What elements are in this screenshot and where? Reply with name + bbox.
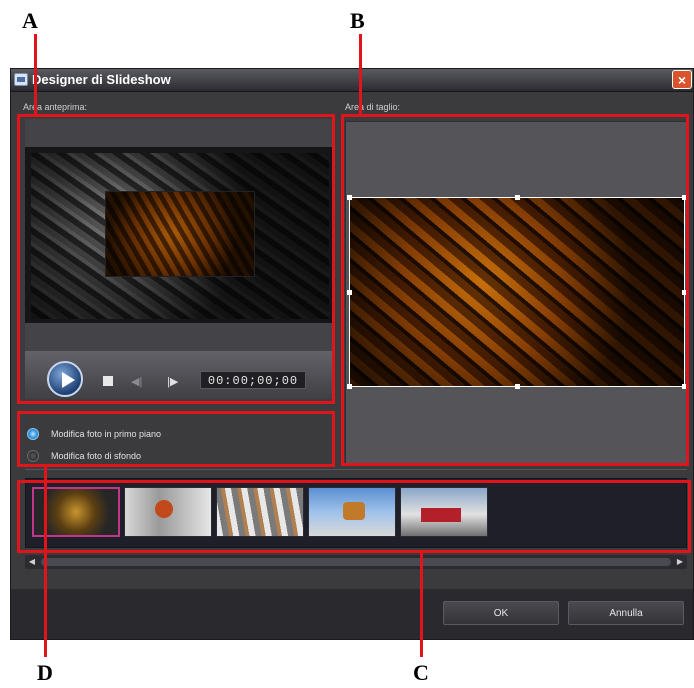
scroll-right-icon[interactable]: ▶ [673, 555, 687, 569]
callout-line-a [34, 34, 37, 114]
separator [25, 469, 687, 470]
preview-area-label: Area anteprima: [23, 102, 88, 112]
filmstrip-scrollbar[interactable]: ◀ ▶ [25, 555, 687, 569]
crop-area-label: Area di taglio: [345, 102, 401, 112]
callout-box-b [341, 114, 689, 466]
callout-letter-a: A [22, 8, 38, 33]
callout-box-d [17, 411, 335, 467]
window-title: Designer di Slideshow [32, 72, 171, 87]
scroll-thumb[interactable] [41, 558, 671, 566]
callout-line-d [44, 467, 47, 657]
callout-letter-b: B [350, 8, 365, 33]
callout-line-b [359, 34, 362, 114]
close-button[interactable]: × [672, 70, 692, 89]
callout-letter-c: C [413, 660, 429, 685]
callout-line-c [420, 553, 423, 657]
scroll-left-icon[interactable]: ◀ [25, 555, 39, 569]
callout-letter-d: D [37, 660, 53, 685]
app-icon [14, 73, 28, 86]
title-bar[interactable]: Designer di Slideshow × [11, 69, 693, 92]
ok-button[interactable]: OK [443, 601, 559, 625]
callout-box-c [17, 480, 691, 553]
callout-box-a [17, 114, 335, 404]
cancel-button[interactable]: Annulla [568, 601, 684, 625]
